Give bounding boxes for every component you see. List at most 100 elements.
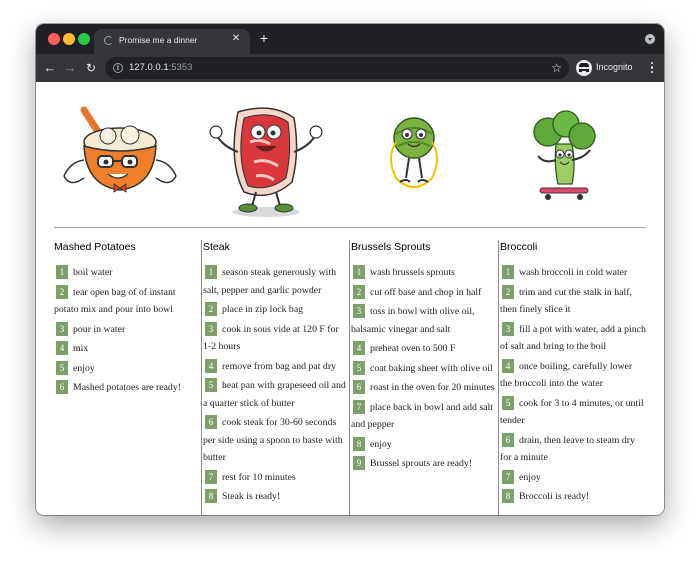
step-text: enjoy (73, 362, 95, 374)
step-text: enjoy (370, 438, 392, 450)
step-number-badge: 3 (205, 321, 217, 336)
recipe-step: 2 trim and cut the stalk in half, then fi… (499, 284, 646, 319)
new-tab-button[interactable]: + (257, 30, 271, 46)
step-number-badge: 3 (353, 304, 365, 318)
step-number-badge: 2 (205, 302, 217, 316)
step-text: wash broccoli in cold water (519, 267, 628, 278)
step-number-badge: 2 (353, 284, 365, 299)
recipe-step: 3 cook in sous vide at 120 F for 1-2 hour… (202, 321, 349, 356)
step-number-badge: 2 (56, 284, 68, 299)
page-content: Mashed Potatoes 1 boil water 2 tear open b… (36, 82, 664, 515)
recipe-step: 2 cut off base and chop in half (350, 284, 497, 302)
step-text: cut off base and chop in half (370, 286, 482, 298)
kebab-menu-icon[interactable] (651, 62, 654, 74)
recipe-step: 9 Brussel sprouts are ready! (350, 455, 497, 473)
tab-search-icon[interactable] (645, 34, 655, 44)
step-number-badge: 8 (353, 436, 365, 451)
recipe-step: 6 Mashed potatoes are ready! (53, 379, 201, 397)
step-number-badge: 1 (502, 265, 514, 279)
step-text: cook for 3 to 4 minutes, or until tender (500, 397, 644, 427)
bookmark-star-icon[interactable]: ☆ (551, 60, 562, 76)
reload-icon[interactable]: ↻ (81, 58, 101, 78)
recipe-step: 8 enjoy (350, 436, 497, 454)
recipe-step: 1 wash broccoli in cold water (499, 264, 646, 282)
step-number-badge: 5 (205, 378, 217, 392)
step-text: mix (73, 343, 89, 354)
step-number-badge: 4 (353, 341, 365, 355)
step-text: once boiling, carefully lower the brocco… (500, 360, 633, 390)
recipe-step: 2 place in zip lock bag (202, 301, 349, 319)
step-number-badge: 1 (56, 265, 68, 279)
step-text: enjoy (519, 471, 541, 483)
step-text: toss in bowl with olive oil, balsamic vi… (351, 306, 475, 335)
recipe-step: 5 enjoy (53, 360, 201, 378)
step-number-badge: 5 (56, 360, 68, 375)
recipe-step: 4 remove from bag and pat dry (202, 358, 349, 376)
step-text: heat pan with grapeseed oil and a quarte… (203, 380, 346, 409)
step-number-badge: 1 (205, 265, 217, 279)
step-text: Brussel sprouts are ready! (370, 458, 473, 469)
steak-mascot-icon (209, 107, 323, 217)
recipe-step: 1 boil water (53, 264, 201, 282)
site-info-icon[interactable]: i (113, 63, 123, 73)
step-number-badge: 8 (205, 489, 217, 503)
step-number-badge: 9 (353, 456, 365, 470)
address-bar[interactable]: i 127.0.0.1:5353 ☆ (105, 57, 569, 79)
recipe-column-steak: Steak 1 season steak generously with salt… (201, 240, 349, 515)
step-text: wash brussels sprouts (370, 267, 455, 278)
step-number-badge: 6 (353, 380, 365, 394)
recipe-step: 3 pour in water (53, 321, 201, 339)
maximize-window-button[interactable] (78, 33, 90, 45)
mashed-potatoes-mascot-icon (63, 106, 177, 193)
step-number-badge: 6 (205, 415, 217, 429)
incognito-label[interactable]: Incognito (596, 62, 633, 72)
header-divider (54, 227, 646, 228)
step-text: cook in sous vide at 120 F for 1-2 hours (203, 323, 339, 353)
close-window-button[interactable] (48, 33, 60, 45)
recipe-column-mashed-potatoes: Mashed Potatoes 1 boil water 2 tear open b… (53, 240, 201, 515)
step-number-badge: 1 (353, 265, 365, 279)
minimize-window-button[interactable] (63, 33, 75, 45)
step-number-badge: 3 (502, 321, 514, 336)
recipe-title: Mashed Potatoes (54, 241, 136, 253)
recipe-step: 8 Steak is ready! (202, 488, 349, 506)
close-tab-icon[interactable]: ✕ (230, 33, 242, 45)
recipe-step: 5 coat baking sheet with olive oil (350, 360, 497, 378)
recipe-steps: 1 wash brussels sprouts 2 cut off base and… (350, 264, 497, 473)
recipe-step: 1 season steak generously with salt, pepp… (202, 264, 349, 299)
step-number-badge: 7 (353, 399, 365, 414)
tab-strip: Promise me a dinner ✕ + (36, 24, 664, 54)
step-text: Mashed potatoes are ready! (73, 382, 181, 393)
back-arrow-icon[interactable]: ← (40, 58, 60, 78)
recipe-column-broccoli: Broccoli 1 wash broccoli in cold water 2t… (498, 240, 646, 515)
step-text: coat baking sheet with olive oil (370, 362, 493, 374)
recipe-step: 4 once boiling, carefully lower the brocc… (499, 358, 646, 393)
browser-toolbar: ← → ↻ i 127.0.0.1:5353 ☆ Incognito (36, 54, 664, 82)
step-text: fill a pot with water, add a pinch of sa… (500, 323, 646, 353)
step-text: season steak generously with salt, peppe… (203, 267, 336, 296)
forward-arrow-icon[interactable]: → (60, 58, 80, 78)
recipe-steps: 1 boil water 2 tear open bag of of instant… (53, 264, 201, 397)
step-text: cook steak for 30-60 seconds per side us… (203, 417, 343, 463)
recipe-steps: 1 season steak generously with salt, pepp… (202, 264, 349, 506)
step-text: Steak is ready! (222, 491, 281, 502)
step-number-badge: 5 (353, 360, 365, 375)
tab-title: Promise me a dinner (119, 35, 198, 45)
step-number-badge: 7 (502, 469, 514, 484)
recipe-step: 5 heat pan with grapeseed oil and a quart… (202, 377, 349, 412)
step-number-badge: 4 (502, 358, 514, 373)
step-number-badge: 6 (56, 380, 68, 394)
recipe-step: 1 wash brussels sprouts (350, 264, 497, 282)
step-number-badge: 2 (502, 284, 514, 299)
step-number-badge: 6 (502, 432, 514, 447)
recipe-step: 7 enjoy (499, 469, 646, 487)
recipe-step: 8 Broccoli is ready! (499, 488, 646, 506)
step-number-badge: 8 (502, 489, 514, 503)
step-number-badge: 4 (56, 341, 68, 355)
incognito-icon[interactable] (576, 60, 592, 76)
step-number-badge: 3 (56, 321, 68, 336)
step-text: remove from bag and pat dry (222, 360, 336, 372)
tab-promise-me-a-dinner[interactable]: Promise me a dinner ✕ (94, 29, 250, 54)
step-text: trim and cut the stalk in half, then fin… (500, 286, 632, 316)
brussels-sprout-mascot-icon (390, 117, 438, 188)
